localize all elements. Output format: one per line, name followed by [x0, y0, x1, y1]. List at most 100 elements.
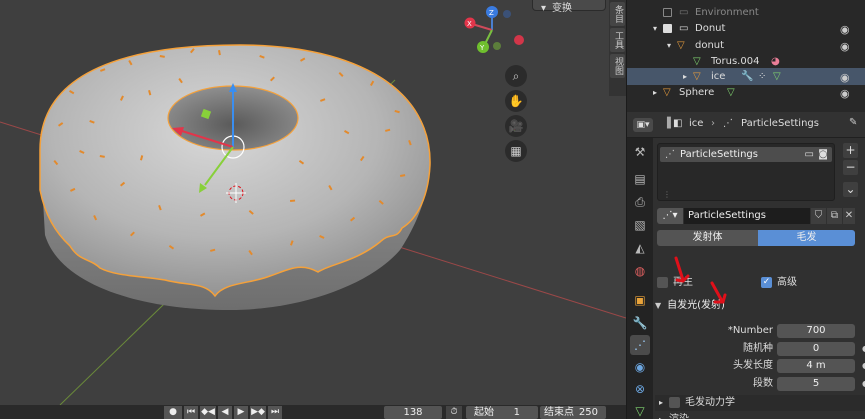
next-keyframe-button[interactable]: ▶◆ [250, 406, 266, 419]
end-frame-field[interactable]: 结束点 250 [540, 406, 606, 419]
camera-icon[interactable]: ◙ [818, 147, 828, 162]
viewport-scene[interactable]: Z X Y [0, 0, 626, 405]
breadcrumb-object: ice [689, 118, 704, 129]
hand-icon: ✋ [508, 94, 524, 108]
unlink-close-icon[interactable]: ✕ [843, 208, 855, 224]
play-button[interactable]: ▶ [234, 406, 248, 419]
exclude-checkbox[interactable] [663, 8, 672, 17]
particle-properties: ⋰ ParticleSettings ▭ ◙ ⋮ + − ⌄ ⋰▾ Partic… [653, 138, 865, 419]
outliner-row-donut-collection[interactable]: ▾ ▭ Donut ◉ [627, 20, 865, 37]
mesh-data-icon: ▽ [635, 404, 645, 418]
regrow-checkbox-row[interactable]: 再生 [657, 276, 693, 290]
collection-icon: ▭ [679, 7, 689, 18]
seed-field[interactable]: 0 [777, 342, 855, 356]
transform-panel-tab[interactable]: ▾ 变换 [532, 0, 606, 14]
add-slot-button[interactable]: + [843, 143, 858, 158]
tab-view-layer[interactable]: ▧ [630, 215, 650, 235]
nav-axis-gizmo: Z X Y [464, 6, 524, 53]
particles-icon: ⁘ [758, 71, 767, 82]
tab-constraints[interactable]: ⊗ [630, 379, 650, 399]
n-panel-tabs: 条目 工具 视图 [609, 0, 626, 96]
render-panel-header[interactable]: ▸渲染 [655, 412, 865, 419]
editor-type-button[interactable]: ▣▾ [633, 118, 653, 132]
particle-system-list[interactable]: ⋰ ParticleSettings ▭ ◙ ⋮ [657, 143, 835, 201]
wrench-icon: 🔧 [632, 316, 648, 330]
hair-length-field-row: 头发长度 4 m ● [653, 359, 865, 373]
jump-end-button[interactable]: ⏭ [268, 406, 282, 419]
expand-arrow-icon: ▸ [659, 415, 663, 419]
properties-tabs: ⚒ ▤ ⎙ ▧ ◭ ◍ ▣ 🔧 ⋰ ◉ ⊗ ▽ [627, 138, 653, 419]
tab-render[interactable]: ▤ [630, 169, 650, 189]
type-hair-button[interactable]: 毛发 [758, 230, 855, 246]
image-icon: ▧ [634, 218, 646, 232]
tab-modifiers[interactable]: 🔧 [630, 313, 650, 333]
pin-icon[interactable]: ▐ [663, 118, 671, 129]
modifier-wrench-icon: 🔧 [741, 71, 754, 82]
start-label: 起始 [474, 407, 494, 418]
outliner-row-ice[interactable]: ▸ ▽ ice 🔧 ⁘ ▽ ◉ [627, 68, 865, 85]
emission-panel-header[interactable]: ▼ 自发光(发射) [655, 298, 725, 314]
outliner-row-environment[interactable]: ▭ Environment [627, 4, 865, 21]
tab-tool[interactable]: ⚒ [630, 142, 650, 162]
outliner-panel: ▭ Environment ▾ ▭ Donut ◉ ▾ ▽ donut ◉ ▽ … [626, 0, 865, 112]
expand-arrow-icon: ▼ [655, 301, 662, 310]
ortho-toggle-button[interactable]: ▦ [505, 140, 527, 162]
eye-icon[interactable]: ◉ [840, 21, 850, 38]
tab-data[interactable]: ▽ [630, 401, 650, 419]
hair-length-field[interactable]: 4 m [777, 359, 855, 373]
mesh-object-icon: ▽ [693, 71, 701, 82]
prev-keyframe-button[interactable]: ◆◀ [200, 406, 216, 419]
object-icon: ◧ [673, 118, 683, 129]
pan-button[interactable]: ✋ [505, 90, 527, 112]
particle-system-item[interactable]: ⋰ ParticleSettings ▭ ◙ [660, 147, 832, 162]
mesh-data-icon: ▽ [727, 87, 735, 98]
monitor-icon[interactable]: ▭ [805, 147, 814, 162]
advanced-checkbox-row[interactable]: ✓ 高级 [761, 276, 797, 290]
keyframe-dot-button[interactable]: ● [164, 406, 182, 419]
number-field[interactable]: 700 [777, 324, 855, 338]
breadcrumb-separator: › [711, 118, 715, 129]
remove-slot-button[interactable]: − [843, 160, 858, 175]
segments-field[interactable]: 5 [777, 377, 855, 391]
tab-object[interactable]: ▣ [630, 290, 650, 310]
expand-arrow-icon: ▾ [653, 24, 658, 33]
list-menu-button[interactable]: ⌄ [843, 182, 858, 197]
tab-world[interactable]: ◍ [630, 261, 650, 281]
tab-output[interactable]: ⎙ [630, 192, 650, 212]
regrow-checkbox[interactable] [657, 276, 668, 288]
browse-settings-button[interactable]: ⋰▾ [657, 208, 683, 224]
end-value: 250 [578, 407, 598, 418]
hair-dynamics-panel-header[interactable]: ▸ 毛发动力学 [655, 395, 865, 411]
camera-view-button[interactable]: 🎥 [505, 115, 527, 137]
tab-item[interactable]: 条目 [610, 2, 625, 26]
settings-name-field[interactable]: ParticleSettings [684, 208, 810, 224]
tab-view[interactable]: 视图 [610, 54, 625, 78]
stopwatch-icon[interactable]: ⏱ [446, 406, 462, 419]
pin-toggle-icon[interactable]: ✎ [849, 117, 857, 128]
include-checkbox[interactable] [663, 24, 672, 33]
segments-field-row: 段数 5 ● [653, 377, 865, 391]
3d-viewport[interactable]: Z X Y ▾ 变换 ⌕ ✋ 🎥 ▦ 条目 工具 视图 [0, 0, 626, 405]
type-emitter-button[interactable]: 发射体 [657, 230, 758, 246]
particles-icon: ⋰ [634, 338, 646, 352]
seed-field-row: 随机种 0 ● [653, 342, 865, 356]
play-reverse-button[interactable]: ◀ [218, 406, 232, 419]
advanced-checkbox[interactable]: ✓ [761, 276, 772, 288]
timeline-bar: ● ⏮ ◆◀ ◀ ▶ ▶◆ ⏭ 138 ⏱ 起始 1 结束点 250 [0, 405, 626, 419]
eye-icon[interactable]: ◉ [840, 85, 850, 102]
outliner-row-sphere[interactable]: ▸ ▽ Sphere ▽ ◉ [627, 84, 865, 101]
constraint-icon: ⊗ [634, 382, 646, 396]
tab-tool[interactable]: 工具 [610, 28, 625, 52]
fake-user-shield-icon[interactable]: ⛉ [811, 208, 826, 224]
jump-start-button[interactable]: ⏮ [184, 406, 198, 419]
tab-physics[interactable]: ◉ [630, 357, 650, 377]
current-frame-field[interactable]: 138 [384, 406, 442, 419]
tab-particles[interactable]: ⋰ [630, 335, 650, 355]
list-resize-grip[interactable]: ⋮ [663, 190, 671, 199]
hair-dynamics-checkbox[interactable] [669, 396, 681, 408]
duplicate-icon[interactable]: ⧉ [827, 208, 842, 224]
tab-scene[interactable]: ◭ [630, 238, 650, 258]
outliner-row-donut-object[interactable]: ▾ ▽ donut ◉ [627, 37, 865, 54]
zoom-button[interactable]: ⌕ [505, 65, 527, 87]
start-frame-field[interactable]: 起始 1 [466, 406, 538, 419]
